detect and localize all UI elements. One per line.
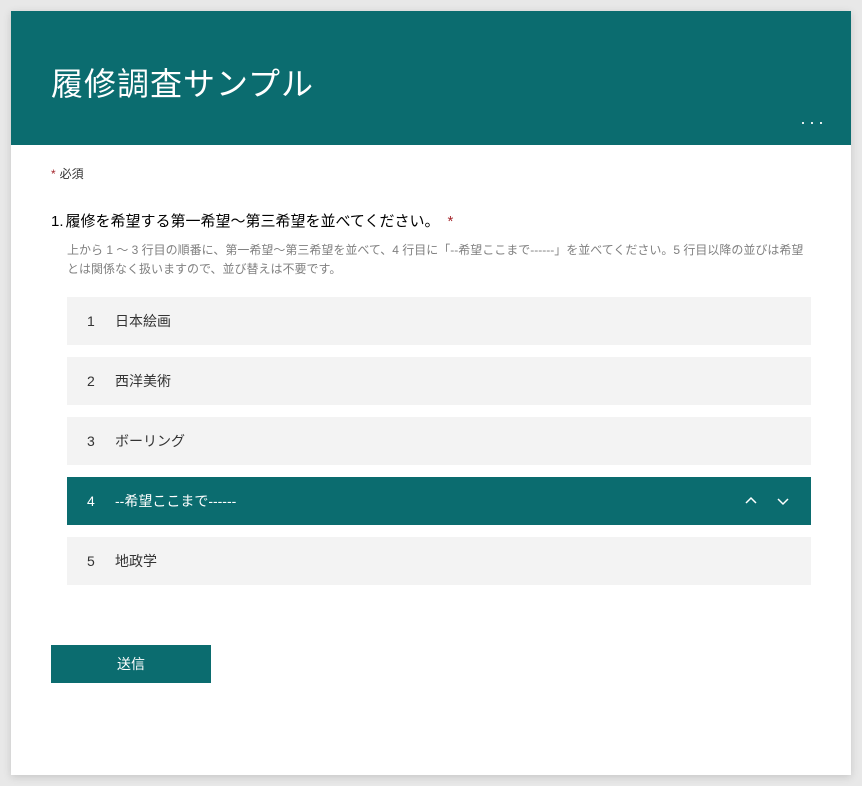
rank-number: 3 [87, 433, 111, 449]
required-label: 必須 [60, 167, 84, 181]
rank-number: 1 [87, 313, 111, 329]
rank-label: 西洋美術 [111, 371, 791, 391]
arrow-up-icon[interactable] [743, 493, 759, 509]
rank-number: 4 [87, 493, 111, 509]
rank-label: ボーリング [111, 431, 791, 451]
rank-item[interactable]: 1 日本絵画 [67, 297, 811, 345]
rank-item[interactable]: 3 ボーリング [67, 417, 811, 465]
rank-item[interactable]: 5 地政学 [67, 537, 811, 585]
question-description: 上から 1 ～ 3 行目の順番に、第一希望～第三希望を並べて、4 行目に「--希… [67, 241, 811, 279]
required-note: * 必須 [51, 165, 811, 182]
rank-number: 2 [87, 373, 111, 389]
submit-row: 送信 [51, 645, 811, 683]
question-required-mark: * [447, 213, 453, 230]
rank-label: 日本絵画 [111, 311, 791, 331]
rank-number: 5 [87, 553, 111, 569]
form-body: * 必須 1. 履修を希望する第一希望～第三希望を並べてください。 * 上から 1… [11, 145, 851, 713]
submit-button[interactable]: 送信 [51, 645, 211, 683]
rank-item[interactable]: 2 西洋美術 [67, 357, 811, 405]
rank-list: 1 日本絵画 2 西洋美術 3 ボーリング 4 --希望ここまで------ [67, 297, 811, 585]
question-title-row: 1. 履修を希望する第一希望～第三希望を並べてください。 * [51, 210, 811, 231]
form-card: 履修調査サンプル ··· * 必須 1. 履修を希望する第一希望～第三希望を並べて… [11, 11, 851, 775]
more-icon[interactable]: ··· [800, 112, 827, 133]
rank-label: 地政学 [111, 551, 791, 571]
question-block: 1. 履修を希望する第一希望～第三希望を並べてください。 * 上から 1 ～ 3… [51, 210, 811, 585]
rank-label: --希望ここまで------ [111, 491, 743, 511]
arrow-down-icon[interactable] [775, 493, 791, 509]
form-title: 履修調査サンプル [51, 59, 811, 105]
rank-item-selected[interactable]: 4 --希望ここまで------ [67, 477, 811, 525]
rank-arrows [743, 493, 791, 509]
question-title: 履修を希望する第一希望～第三希望を並べてください。 [66, 210, 440, 231]
question-number: 1. [51, 213, 64, 230]
form-header: 履修調査サンプル ··· [11, 11, 851, 145]
required-asterisk: * [51, 167, 56, 181]
